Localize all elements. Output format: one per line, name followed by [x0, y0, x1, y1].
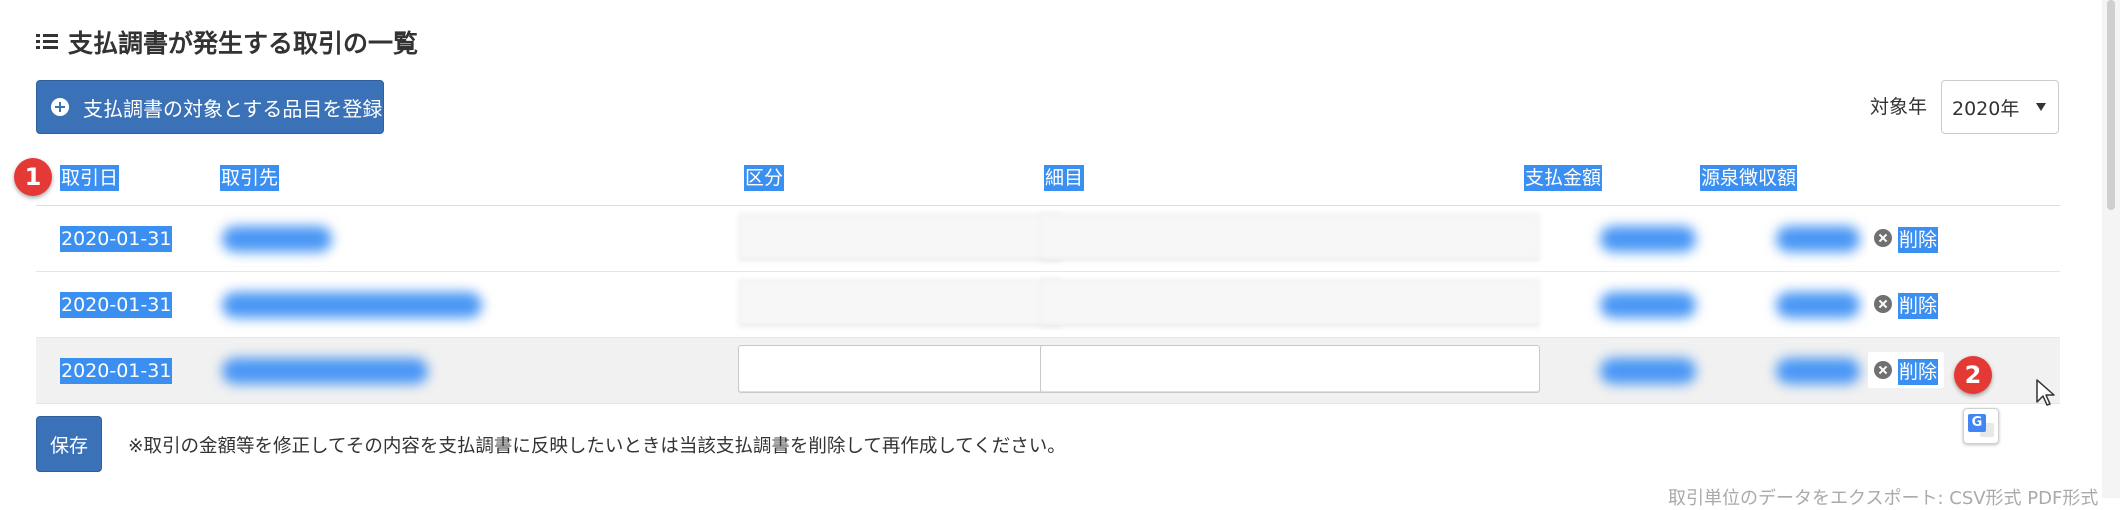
- save-button[interactable]: 保存: [36, 416, 102, 472]
- delete-label: 削除: [1898, 292, 1939, 319]
- delete-button[interactable]: 削除: [1868, 352, 1945, 388]
- partner-name-redacted: [222, 292, 482, 318]
- withholding-amount-redacted: [1776, 358, 1860, 384]
- vertical-scrollbar[interactable]: [2102, 0, 2120, 498]
- list-icon: [36, 33, 58, 51]
- caret-down-icon: [2036, 103, 2046, 111]
- annotation-badge: 1: [14, 158, 52, 196]
- row-date: 2020-01-31: [60, 226, 173, 252]
- table-row: 2020-01-31 削除: [36, 338, 2060, 404]
- register-items-button[interactable]: 支払調書の対象とする品目を登録: [36, 80, 384, 134]
- close-circle-icon: [1874, 295, 1892, 313]
- subcategory-select[interactable]: [1040, 279, 1540, 327]
- subcategory-select[interactable]: [1040, 213, 1540, 261]
- row-date: 2020-01-31: [60, 358, 173, 384]
- scrollbar-thumb[interactable]: [2107, 0, 2115, 210]
- withholding-amount-redacted: [1776, 292, 1860, 318]
- close-circle-icon: [1874, 229, 1892, 247]
- edit-note: ※取引の金額等を修正してその内容を支払調書に反映したいときは当該支払調書を削除し…: [128, 436, 1066, 457]
- table-row: 2020-01-31 削除: [36, 206, 2060, 272]
- row-date: 2020-01-31: [60, 292, 173, 318]
- subcategory-select[interactable]: [1040, 345, 1540, 393]
- delete-button[interactable]: 削除: [1868, 286, 1945, 322]
- category-select[interactable]: [738, 213, 1062, 261]
- payment-amount-redacted: [1600, 358, 1696, 384]
- table-row: 2020-01-31 削除: [36, 272, 2060, 338]
- register-items-label: 支払調書の対象とする品目を登録: [83, 96, 383, 121]
- google-translate-icon[interactable]: G: [1963, 408, 1999, 444]
- payment-amount-redacted: [1600, 226, 1696, 252]
- column-header-partner[interactable]: 取引先: [220, 163, 280, 191]
- year-label: 対象年: [1870, 96, 1928, 118]
- column-header-payment-amount[interactable]: 支払金額: [1524, 163, 1603, 191]
- delete-label: 削除: [1898, 226, 1939, 253]
- payment-amount-redacted: [1600, 292, 1696, 318]
- partner-name-redacted: [222, 226, 332, 252]
- withholding-amount-redacted: [1776, 226, 1860, 252]
- column-header-category[interactable]: 区分: [744, 163, 785, 191]
- year-select[interactable]: 2020年: [1941, 80, 2059, 134]
- page-title-text: 支払調書が発生する取引の一覧: [68, 29, 419, 58]
- category-select[interactable]: [738, 279, 1062, 327]
- close-circle-icon: [1874, 361, 1892, 379]
- page-title: 支払調書が発生する取引の一覧: [36, 22, 418, 62]
- export-links[interactable]: 取引単位のデータをエクスポート: CSV形式 PDF形式: [1668, 484, 2098, 510]
- year-select-value: 2020年: [1952, 97, 2020, 120]
- delete-label: 削除: [1898, 358, 1939, 385]
- column-header-date[interactable]: 取引日: [60, 163, 120, 191]
- plus-circle-icon: [51, 98, 69, 116]
- column-header-subcategory[interactable]: 細目: [1044, 163, 1085, 191]
- column-header-withholding-amount[interactable]: 源泉徴収額: [1700, 163, 1798, 191]
- delete-button[interactable]: 削除: [1868, 220, 1945, 256]
- annotation-badge: 2: [1954, 356, 1992, 394]
- category-select[interactable]: [738, 345, 1062, 393]
- partner-name-redacted: [222, 358, 428, 384]
